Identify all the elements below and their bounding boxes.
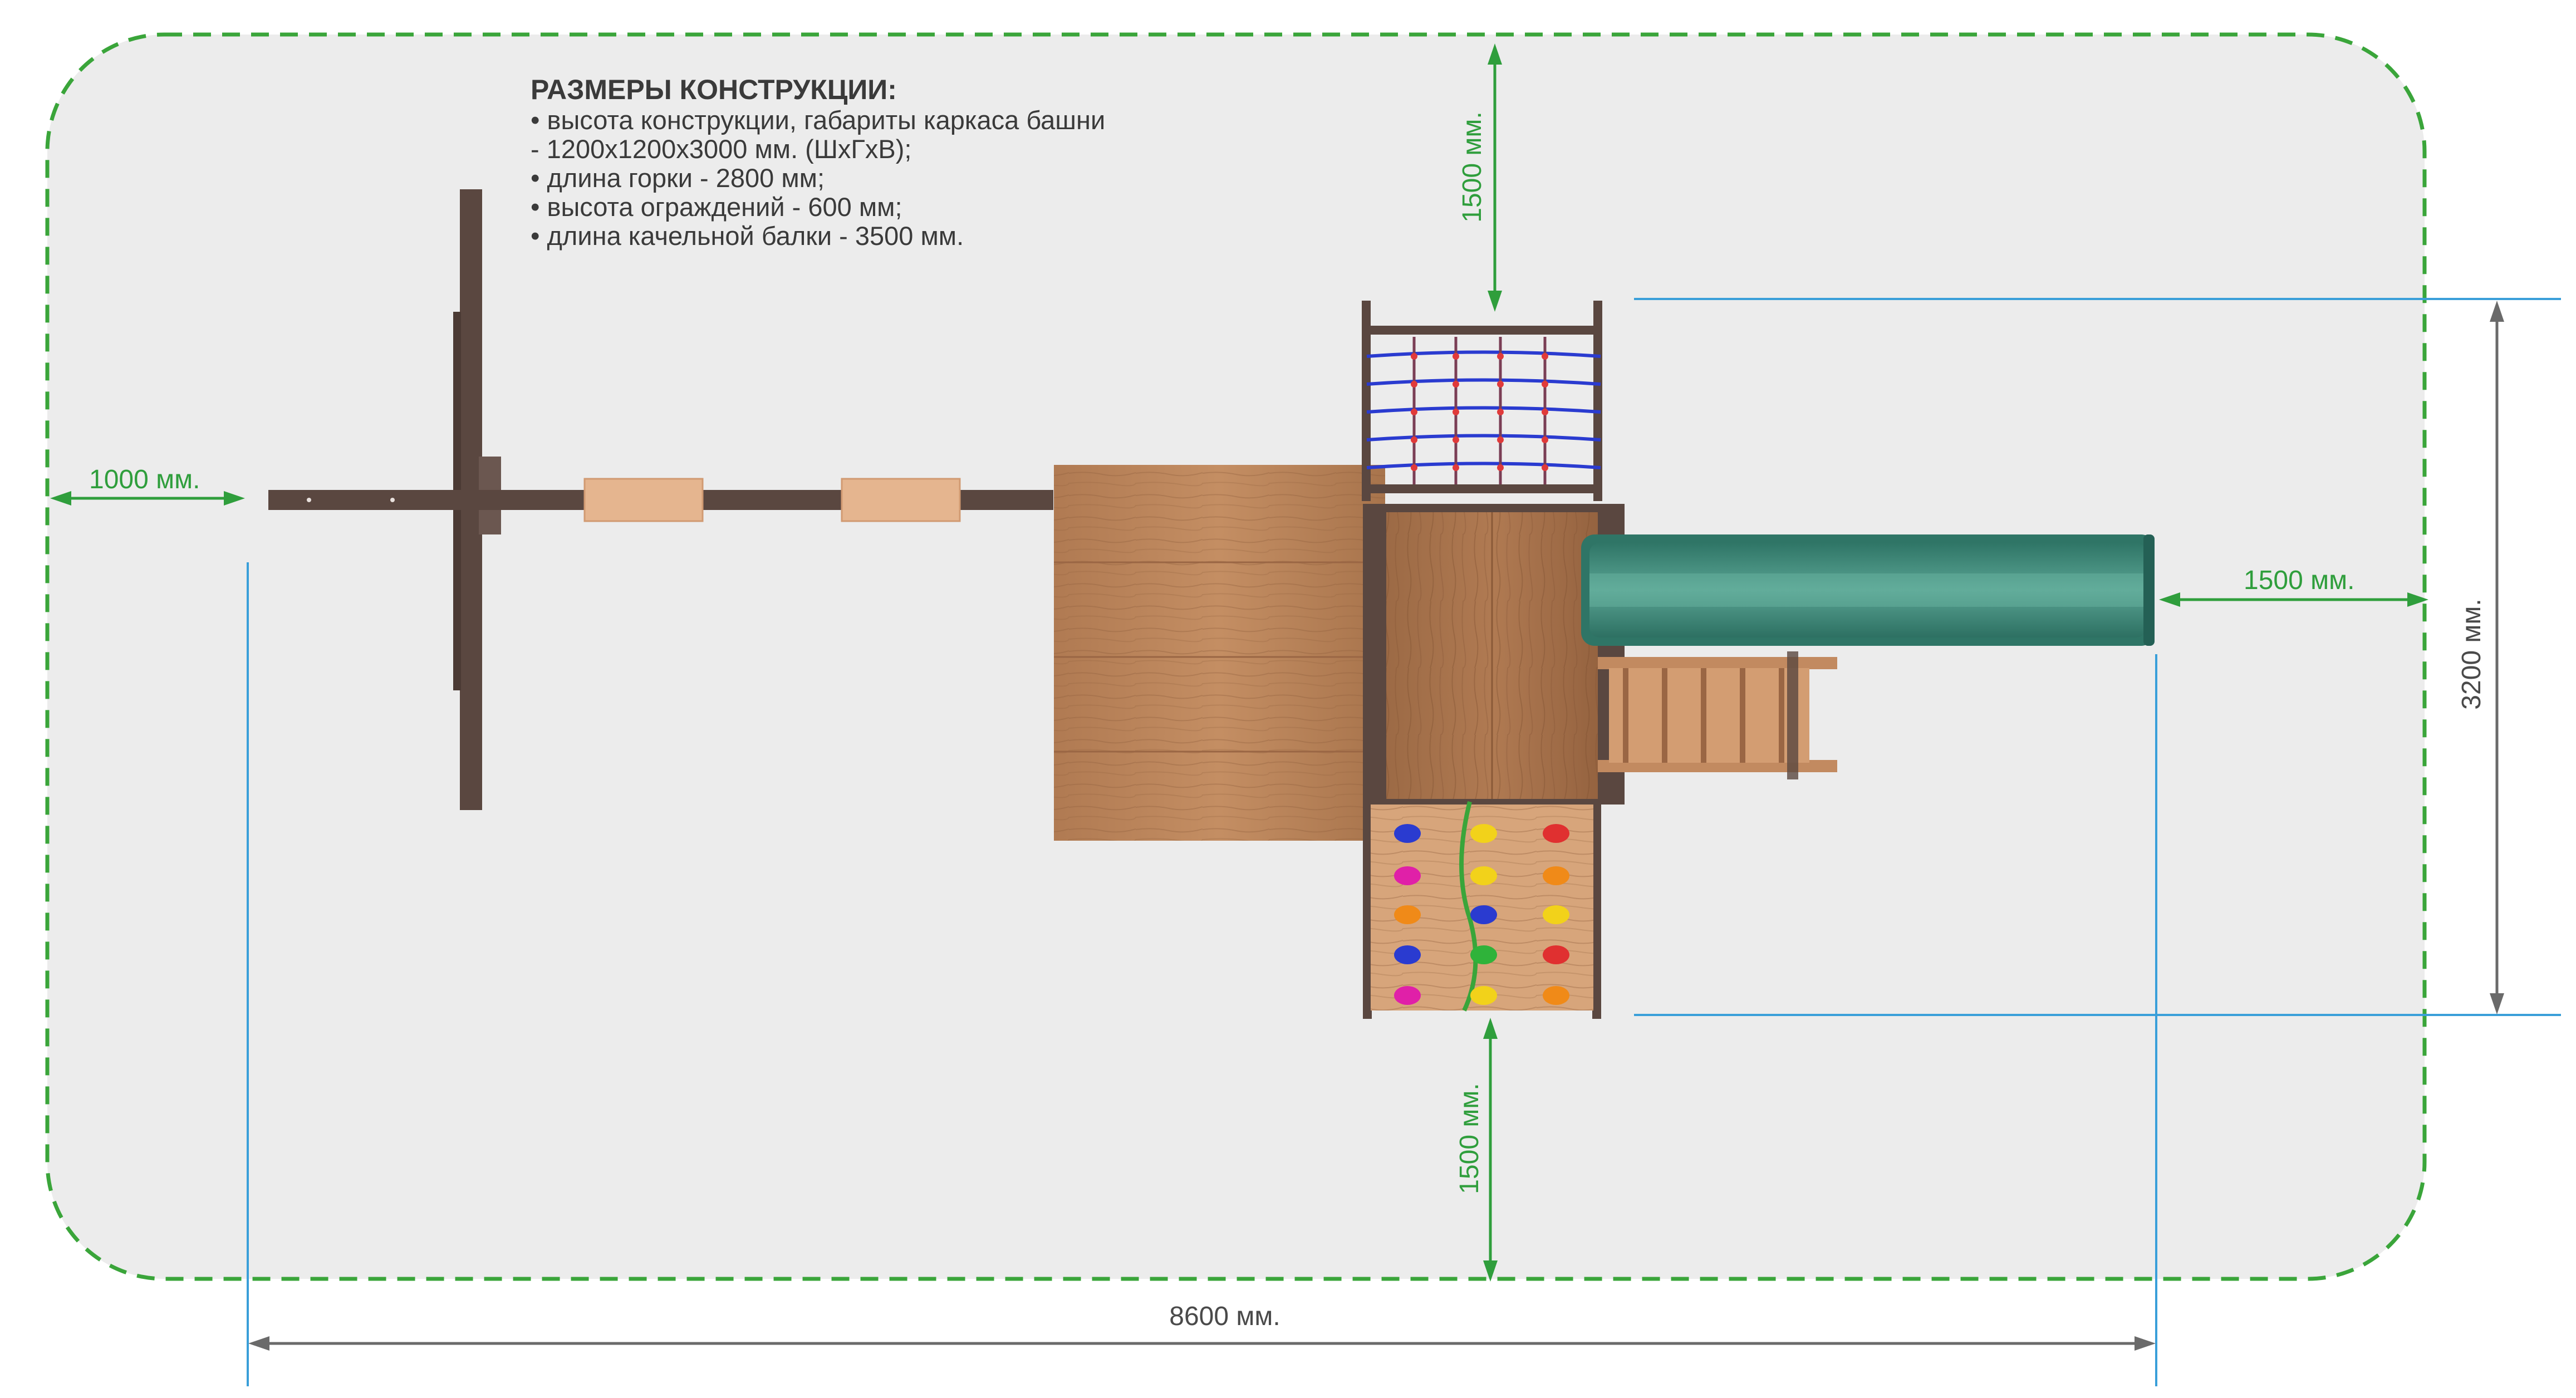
specifications-title: РАЗМЕРЫ КОНСТРУКЦИИ: — [531, 74, 897, 105]
climbing-hold — [1394, 905, 1421, 924]
dimension-label-depth: 3200 мм. — [2457, 599, 2486, 709]
climbing-hold — [1470, 986, 1497, 1005]
climbing-hold — [1543, 986, 1569, 1005]
dimension-label-bottom: 1500 мм. — [1455, 1083, 1484, 1194]
swing-seat — [583, 478, 704, 522]
climbing-hold — [1543, 905, 1569, 924]
spec-line: • длина качельной балки - 3500 мм. — [531, 221, 964, 251]
climbing-hold — [1394, 986, 1421, 1005]
spec-line: • высота конструкции, габариты каркаса б… — [531, 105, 1105, 135]
tower-roof — [1054, 465, 1385, 841]
climbing-hold — [1394, 824, 1421, 843]
ladder — [1598, 651, 1837, 779]
spec-line: - 1200х1200х3000 мм. (ШхГхВ); — [531, 134, 911, 164]
climbing-hold — [1470, 866, 1497, 885]
dimension-label-top: 1500 мм. — [1458, 111, 1487, 222]
climbing-hold — [1470, 905, 1497, 924]
dimension-label-length: 8600 мм. — [1169, 1302, 1280, 1331]
playground-layout-diagram: РАЗМЕРЫ КОНСТРУКЦИИ: • высота конструкци… — [45, 32, 2561, 1386]
spec-line: • высота ограждений - 600 мм; — [531, 192, 902, 222]
climbing-hold — [1543, 945, 1569, 964]
climbing-hold — [1470, 824, 1497, 843]
climbing-hold — [1543, 824, 1569, 843]
slide — [1581, 534, 2155, 646]
dimension-label-right: 1500 мм. — [2244, 566, 2354, 595]
climbing-hold — [1470, 945, 1497, 964]
dimension-label-left: 1000 мм. — [89, 465, 200, 494]
spec-line: • длина горки - 2800 мм; — [531, 163, 825, 193]
climbing-hold — [1394, 866, 1421, 885]
climbing-hold — [1394, 945, 1421, 964]
climbing-hold — [1543, 866, 1569, 885]
climbing-wall — [1363, 801, 1601, 1019]
swing-seat — [841, 478, 961, 522]
